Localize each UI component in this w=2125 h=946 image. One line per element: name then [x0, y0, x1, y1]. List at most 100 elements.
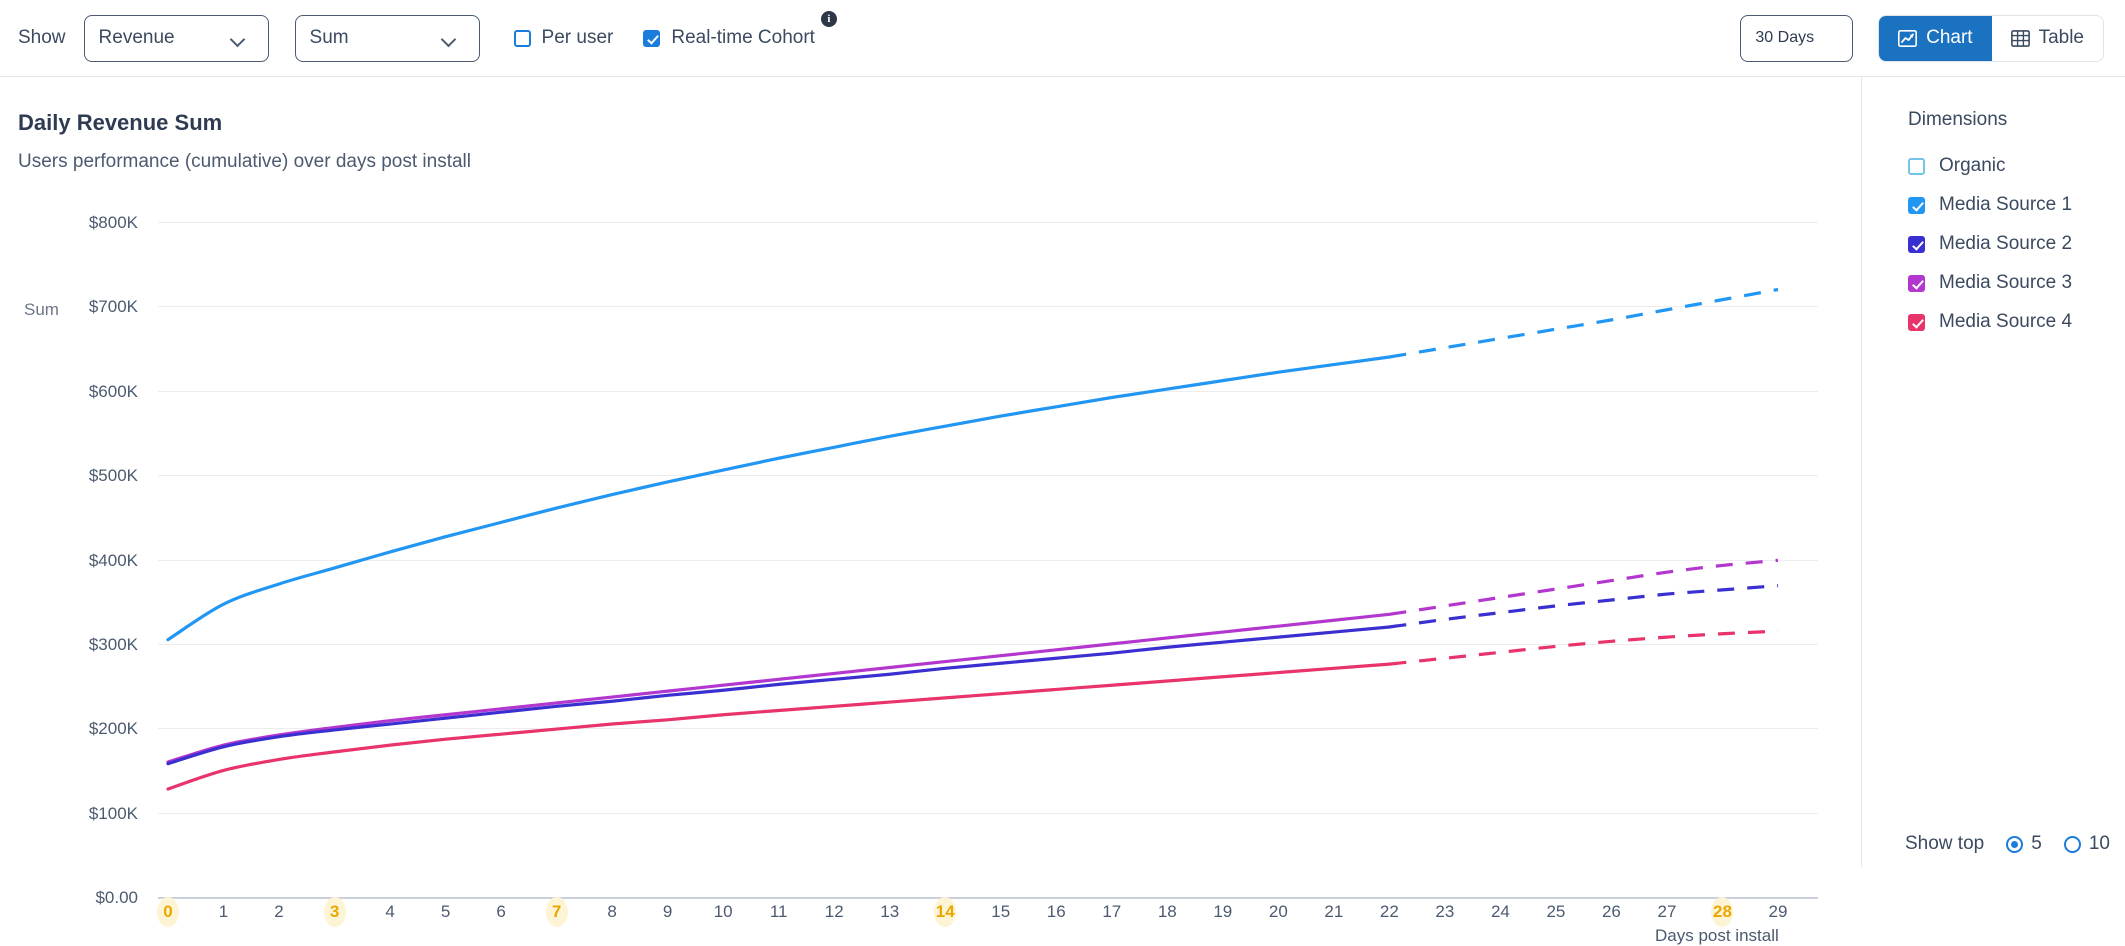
series-line-forecast: [1389, 584, 1779, 629]
per-user-checkbox[interactable]: Per user: [513, 27, 614, 49]
dimension-item-media-source-2[interactable]: Media Source 2: [1908, 233, 2072, 255]
x-axis-tick-29[interactable]: 29: [1758, 897, 1798, 927]
dimension-label: Media Source 2: [1939, 233, 2073, 254]
series-media-source-2: [166, 584, 1779, 766]
x-axis-tick-12[interactable]: 12: [814, 897, 854, 927]
y-axis-tick-label: $100K: [88, 803, 138, 823]
dimension-item-organic[interactable]: Organic: [1908, 155, 2006, 177]
tab-chart-view[interactable]: Chart: [1879, 15, 1992, 61]
x-axis-tick-13[interactable]: 13: [870, 897, 910, 927]
tab-table-label: Table: [2038, 27, 2084, 48]
info-icon[interactable]: i: [820, 11, 837, 27]
x-axis-tick-8[interactable]: 8: [592, 897, 632, 927]
aggregation-select[interactable]: Sum: [294, 14, 480, 62]
show-top-option-10-label: 10: [2088, 833, 2110, 854]
view-toggle-group: Chart Table: [1879, 15, 2103, 61]
show-top-option-5-label: 5: [2031, 833, 2042, 854]
plot-area: $800K $700K $600K $500K $400K $300K $200K $100K…: [89, 213, 1818, 907]
series-media-source-3: [166, 558, 1779, 764]
x-axis-tick-1[interactable]: 1: [204, 897, 244, 927]
x-axis-tick-3[interactable]: 3: [315, 897, 355, 927]
dimension-checkbox: [1908, 196, 1925, 214]
per-user-label: Per user: [541, 27, 614, 48]
y-axis-tick-label: $400K: [88, 550, 138, 570]
chart-panel: Daily Revenue Sum Users performance (cum…: [0, 77, 1861, 945]
date-range-select[interactable]: 30 Days: [1740, 14, 1854, 62]
x-axis-tick-18[interactable]: 18: [1147, 897, 1187, 927]
radio-button: [2006, 835, 2024, 853]
x-axis-tick-23[interactable]: 23: [1425, 897, 1465, 927]
metric-select[interactable]: Revenue: [83, 14, 269, 62]
metric-select-value: Revenue: [98, 27, 175, 48]
x-axis-tick-10[interactable]: 10: [703, 897, 743, 927]
x-axis-tick-16[interactable]: 16: [1036, 897, 1076, 927]
show-top-option-5[interactable]: 5: [2006, 833, 2042, 855]
dimension-checkbox: [1908, 313, 1925, 331]
dimension-label: Organic: [1939, 155, 2006, 176]
date-range-value: 30 Days: [1755, 29, 1815, 46]
x-axis-tick-21[interactable]: 21: [1314, 897, 1354, 927]
x-axis-tick-25[interactable]: 25: [1536, 897, 1576, 927]
y-axis-tick-label: $200K: [88, 719, 138, 739]
toolbar-left-group: Show Revenue Sum Per user Real-time Coho…: [0, 11, 845, 62]
x-axis-tick-11[interactable]: 11: [759, 897, 799, 927]
series-line-forecast: [1389, 629, 1779, 666]
x-axis-tick-6[interactable]: 6: [481, 897, 521, 927]
radio-button: [2063, 835, 2081, 853]
x-axis-tick-15[interactable]: 15: [981, 897, 1021, 927]
dimensions-title: Dimensions: [1908, 109, 2008, 130]
x-axis-tick-0[interactable]: 0: [148, 897, 188, 927]
show-label: Show: [18, 27, 66, 48]
x-axis-tick-14[interactable]: 14: [925, 897, 965, 927]
realtime-cohort-checkbox[interactable]: Real-time Cohort i: [643, 11, 837, 49]
x-axis-ticks: 0 1 2 3 4 5 6 7 8 9 10 11 12 13 14 15 16 17 18 19 20 21 22 23 24…: [157, 897, 1818, 931]
y-axis-tick-label: $500K: [88, 466, 138, 486]
show-top-label: Show top: [1905, 833, 1985, 854]
x-axis-tick-5[interactable]: 5: [426, 897, 466, 927]
checkbox-box: [513, 29, 531, 47]
series-line-solid: [166, 612, 1391, 764]
chevron-down-icon: [443, 34, 465, 42]
x-axis-title: Days post install: [1655, 926, 1779, 945]
x-axis-tick-28[interactable]: 28: [1702, 897, 1742, 927]
dimension-item-media-source-4[interactable]: Media Source 4: [1908, 311, 2072, 333]
y-axis-tick-label: $800K: [88, 213, 138, 232]
series-media-source-4: [166, 629, 1779, 791]
dimension-item-media-source-1[interactable]: Media Source 1: [1908, 194, 2072, 216]
x-axis-tick-7[interactable]: 7: [537, 897, 577, 927]
y-axis-tick-label: $300K: [88, 634, 138, 654]
chevron-down-icon: [232, 34, 254, 42]
dimension-label: Media Source 4: [1939, 311, 2073, 332]
series-line-solid: [166, 625, 1391, 766]
y-axis-tick-label: $600K: [88, 381, 138, 401]
dimension-checkbox: [1908, 274, 1925, 292]
x-axis-tick-27[interactable]: 27: [1647, 897, 1687, 927]
chart-series-layer: [166, 287, 1779, 791]
y-axis-tick-label: $700K: [88, 297, 138, 317]
series-media-source-1: [166, 287, 1779, 642]
toolbar-right-group: 30 Days Chart Table: [1740, 14, 2125, 62]
aggregation-select-value: Sum: [309, 27, 349, 48]
x-axis-tick-26[interactable]: 26: [1591, 897, 1631, 927]
toolbar: Show Revenue Sum Per user Real-time Coho…: [0, 0, 2125, 77]
series-line-solid: [166, 355, 1391, 642]
x-axis-tick-2[interactable]: 2: [259, 897, 299, 927]
x-axis-tick-19[interactable]: 19: [1203, 897, 1243, 927]
dimension-label: Media Source 3: [1939, 272, 2073, 293]
y-axis-tick-label: $0.00: [95, 888, 138, 907]
series-line-forecast: [1389, 558, 1779, 616]
dimensions-sidebar: Dimensions Organic Media Source 1 Media So…: [1861, 77, 2125, 867]
x-axis-tick-17[interactable]: 17: [1092, 897, 1132, 927]
show-top-option-10[interactable]: 10: [2063, 833, 2110, 855]
tab-table-view[interactable]: Table: [1991, 15, 2103, 61]
chart-subtitle: Users performance (cumulative) over days…: [18, 151, 472, 172]
x-axis-tick-24[interactable]: 24: [1480, 897, 1520, 927]
x-axis-tick-4[interactable]: 4: [370, 897, 410, 927]
series-line-forecast: [1389, 287, 1779, 359]
dimension-item-media-source-3[interactable]: Media Source 3: [1908, 272, 2072, 294]
table-grid-icon: [2010, 29, 2030, 47]
page-title: Daily Revenue Sum: [18, 110, 223, 135]
x-axis-tick-22[interactable]: 22: [1369, 897, 1409, 927]
x-axis-tick-9[interactable]: 9: [648, 897, 688, 927]
x-axis-tick-20[interactable]: 20: [1258, 897, 1298, 927]
